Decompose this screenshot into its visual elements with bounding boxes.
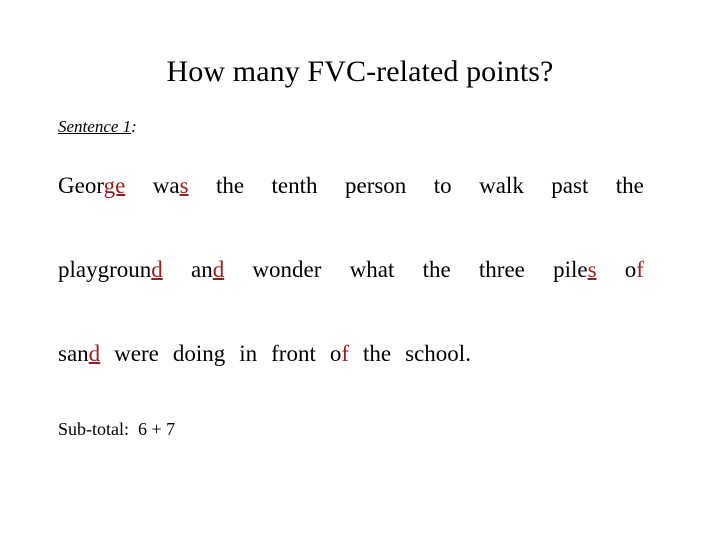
word-plain-part: o — [329, 341, 342, 366]
sentence-word: the — [616, 144, 644, 228]
word-plain-part: what — [349, 257, 395, 282]
sentence-word: school. — [405, 312, 471, 396]
word-marked-letter: d — [212, 257, 225, 282]
sentence-label-colon: : — [131, 117, 137, 136]
sentence-label-text: Sentence 1 — [58, 117, 132, 136]
word-plain-part: the — [422, 257, 451, 282]
sentence-line: George was the tenth person to walk past the — [58, 144, 644, 228]
sentence-line: sand were doing in front of the school. — [58, 312, 644, 396]
word-plain-part: were — [114, 341, 159, 366]
word-marked-letter: s — [587, 257, 597, 282]
word-plain-part: the — [615, 173, 644, 198]
sentence-word: to — [434, 144, 452, 228]
sentence-word: playground — [58, 228, 163, 312]
word-marked-letter: f — [636, 257, 644, 282]
sentence-word: the — [216, 144, 244, 228]
word-plain-part: person — [344, 173, 407, 198]
word-plain-part: playgroun — [58, 257, 152, 282]
sentence-word: sand — [58, 312, 100, 396]
sentence-word: past — [551, 144, 588, 228]
word-plain-part: past — [551, 173, 589, 198]
sentence-text: George was the tenth person to walk past the play… — [58, 144, 644, 396]
subtotal-text: Sub-total: 6 + 7 — [58, 419, 176, 439]
word-plain-part: doing — [172, 341, 226, 366]
word-plain-part: pile — [553, 257, 588, 282]
sentence-word: of — [330, 312, 349, 396]
word-plain-part: in — [239, 341, 258, 366]
sentence-word: three — [479, 228, 525, 312]
sentence-word: front — [271, 312, 316, 396]
sentence-word: were — [114, 312, 159, 396]
word-plain-part: school. — [405, 341, 471, 366]
word-plain-part: to — [433, 173, 452, 198]
word-marked-letter: d — [88, 341, 101, 366]
sentence-word: walk — [479, 144, 524, 228]
sentence-word: in — [239, 312, 257, 396]
sentence-word: the — [363, 312, 391, 396]
sentence-word: was — [153, 144, 189, 228]
word-plain-part: the — [363, 341, 392, 366]
word-marked-letter: d — [151, 257, 163, 282]
sentence-line: playground and wonder what the three piles of — [58, 228, 644, 312]
sentence-word: tenth — [272, 144, 318, 228]
sentence-word: what — [350, 228, 395, 312]
word-plain-part: tenth — [271, 173, 318, 198]
word-plain-part: three — [478, 257, 525, 282]
sentence-word: and — [191, 228, 224, 312]
sentence-word: person — [345, 144, 406, 228]
sentence-label: Sentence 1: — [58, 116, 644, 138]
word-marked-letter: ge — [103, 173, 126, 198]
word-marked-letter: f — [341, 341, 350, 366]
sentence-word: of — [625, 228, 644, 312]
slide-canvas: How many FVC-related points? Sentence 1:… — [0, 0, 720, 540]
word-plain-part: front — [271, 341, 316, 366]
sentence-word: doing — [173, 312, 225, 396]
word-plain-part: wa — [152, 173, 180, 198]
word-plain-part: the — [215, 173, 245, 198]
word-plain-part: walk — [479, 173, 524, 198]
sentence-word: piles — [553, 228, 596, 312]
word-plain-part: san — [58, 341, 89, 366]
sentence-word: the — [423, 228, 451, 312]
sentence-word: wonder — [252, 228, 321, 312]
word-plain-part: Geor — [58, 173, 104, 198]
word-plain-part: an — [190, 257, 213, 282]
word-marked-letter: s — [179, 173, 189, 198]
sentence-word: George — [58, 144, 125, 228]
page-title: How many FVC-related points? — [166, 55, 554, 88]
word-plain-part: o — [624, 257, 637, 282]
word-plain-part: wonder — [252, 257, 322, 282]
sentence-block: Sentence 1: George was the tenth person to wal… — [58, 116, 644, 396]
